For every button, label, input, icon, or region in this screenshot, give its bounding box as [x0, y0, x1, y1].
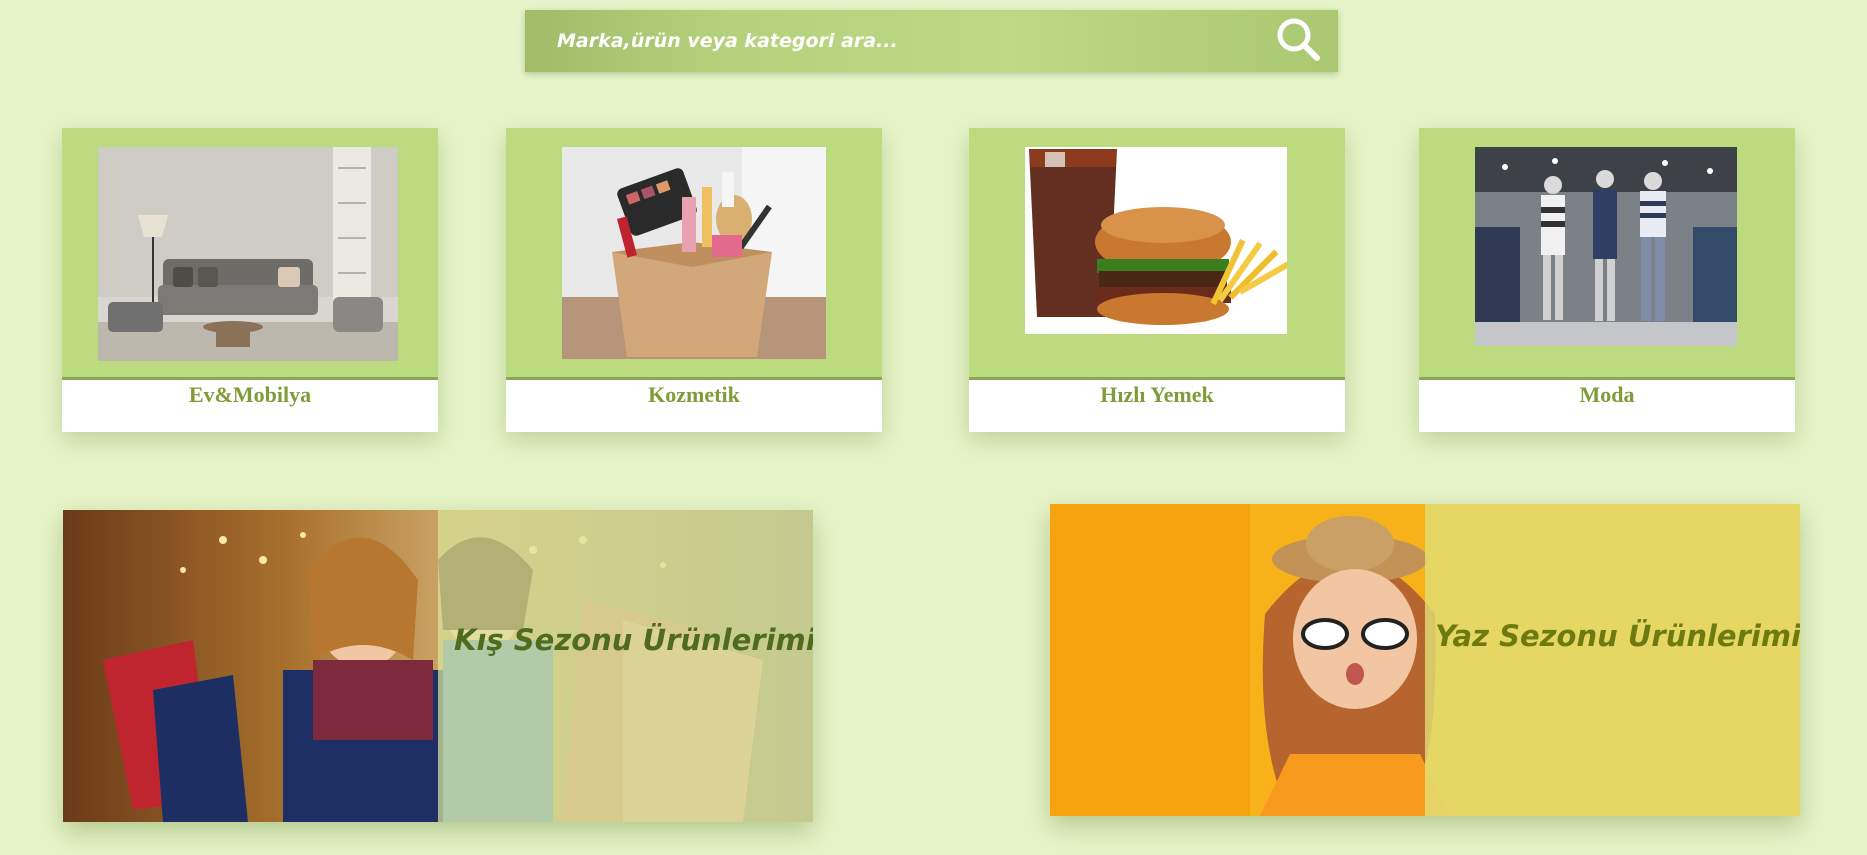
fastfood-image	[1025, 147, 1287, 334]
winter-season-banner[interactable]: Kış Sezonu Ürünlerimiz	[63, 510, 813, 822]
fashion-store-image	[1475, 147, 1737, 346]
summer-woman-image	[1050, 504, 1800, 816]
cosmetics-image	[562, 147, 826, 359]
search-icon	[1275, 16, 1321, 66]
category-card-kozmetik[interactable]: Kozmetik	[506, 128, 882, 432]
category-card-ev-mobilya[interactable]: Ev&Mobilya	[62, 128, 438, 432]
living-room-image	[98, 147, 398, 361]
winter-shopping-image	[63, 510, 813, 822]
search-bar	[525, 10, 1338, 72]
summer-season-banner[interactable]: Yaz Sezonu Ürünlerimiz	[1050, 504, 1800, 816]
category-label: Kozmetik	[648, 382, 740, 407]
category-label: Moda	[1579, 382, 1635, 407]
category-card-moda[interactable]: Moda	[1419, 128, 1795, 432]
category-label: Hızlı Yemek	[1100, 382, 1214, 407]
category-label: Ev&Mobilya	[188, 382, 312, 407]
banner-title: Yaz Sezonu Ürünlerimiz	[1435, 619, 1800, 653]
search-button[interactable]	[1258, 10, 1338, 72]
banner-title: Kış Sezonu Ürünlerimiz	[454, 623, 813, 657]
search-input[interactable]	[525, 10, 1258, 72]
category-card-hizli-yemek[interactable]: Hızlı Yemek	[969, 128, 1345, 432]
